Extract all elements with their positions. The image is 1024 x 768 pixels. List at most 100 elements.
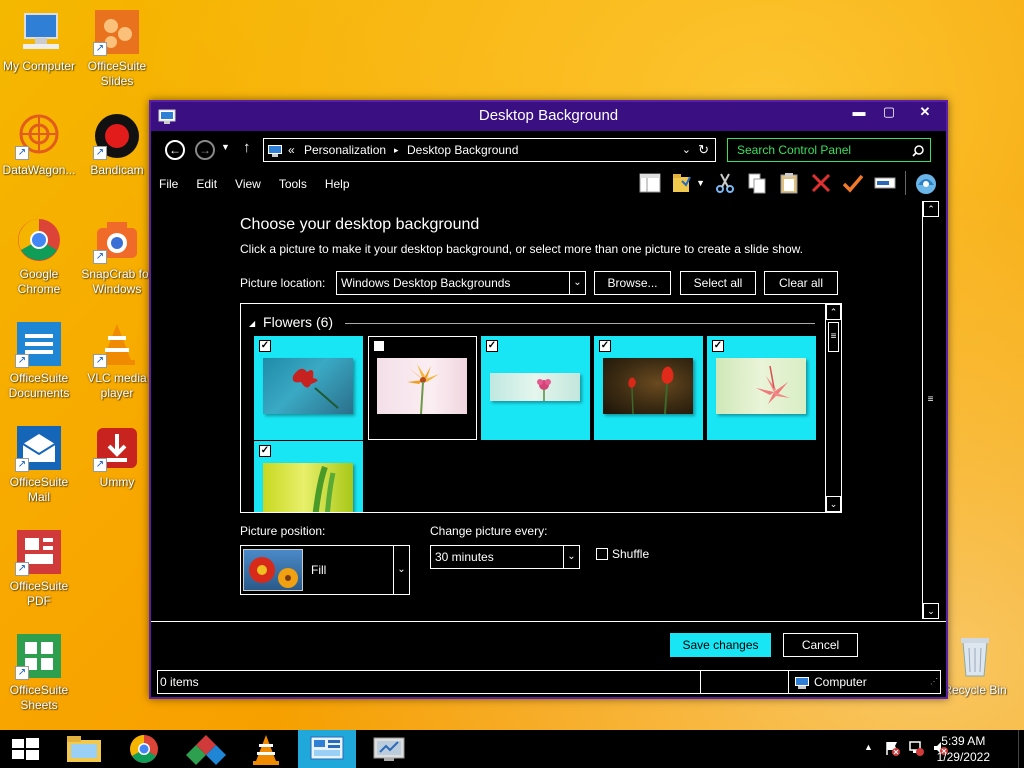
breadcrumb-desktop-background[interactable]: Desktop Background — [407, 139, 518, 161]
scroll-up-icon[interactable]: ⌃ — [923, 201, 939, 217]
picture-checkbox[interactable]: ✓ — [712, 340, 724, 352]
picture-thumb[interactable]: ✓ — [481, 336, 590, 440]
refresh-icon[interactable]: ↻ — [698, 139, 709, 161]
picture-checkbox[interactable]: ✓ — [599, 340, 611, 352]
desktop-icon-ummy[interactable]: ↗ Ummy — [78, 424, 156, 490]
gallery-scrollbar[interactable]: ⌃ ≡ ⌄ — [825, 304, 841, 512]
picture-thumb[interactable] — [368, 336, 477, 440]
picture-location-select[interactable]: Windows Desktop Backgrounds ⌄ — [336, 271, 586, 295]
layout-pane-icon[interactable] — [638, 171, 662, 195]
network-icon[interactable] — [908, 740, 924, 759]
cancel-button[interactable]: Cancel — [783, 633, 858, 657]
browse-button[interactable]: Browse... — [594, 271, 671, 295]
content-scrollbar[interactable]: ⌃ ≡ ⌄ — [922, 201, 939, 619]
desktop-icon-vlc[interactable]: ↗ VLC media player — [78, 320, 156, 401]
menu-view[interactable]: View — [235, 172, 261, 196]
show-hidden-icons-icon[interactable]: ▲ — [864, 742, 873, 752]
minimize-button[interactable]: ▬ — [844, 102, 874, 124]
search-icon[interactable] — [912, 139, 924, 161]
delete-icon[interactable] — [809, 171, 833, 195]
snapcrab-icon: ↗ — [93, 216, 141, 264]
paste-icon[interactable] — [777, 171, 801, 195]
recent-pages-dropdown-icon[interactable]: ▼ — [221, 142, 230, 152]
group-header-flowers[interactable]: ◢ Flowers (6) — [249, 314, 333, 330]
folder-options-dropdown-icon[interactable]: ▼ — [696, 178, 705, 188]
desktop-icon-officesuite-slides[interactable]: ↗ OfficeSuite Slides — [78, 8, 156, 89]
address-overflow-chevron[interactable]: « — [288, 139, 295, 161]
clock[interactable]: 5:39 AM 1/29/2022 — [937, 733, 990, 765]
window-titlebar[interactable]: Desktop Background ▬ ▢ ✕ — [151, 102, 946, 131]
picture-thumb[interactable]: ✓ — [594, 336, 703, 440]
chevron-down-icon[interactable]: ⌄ — [393, 546, 409, 594]
forward-button[interactable]: → — [195, 140, 215, 160]
desktop-icon-my-computer[interactable]: My Computer — [0, 8, 78, 74]
back-button[interactable]: ← — [165, 140, 185, 160]
scroll-thumb[interactable]: ≡ — [828, 322, 839, 352]
flower-picture-6 — [263, 463, 353, 512]
scroll-down-icon[interactable]: ⌄ — [826, 496, 841, 512]
taskbar-file-explorer[interactable] — [55, 730, 113, 768]
taskbar-control-panel[interactable] — [298, 730, 356, 768]
status-divider — [788, 671, 789, 693]
scroll-up-icon[interactable]: ⌃ — [826, 304, 841, 320]
maximize-button[interactable]: ▢ — [874, 102, 904, 124]
desktop-icon-officesuite-sheets[interactable]: ↗ OfficeSuite Sheets — [0, 632, 78, 713]
folder-options-icon[interactable] — [670, 171, 694, 195]
close-button[interactable]: ✕ — [904, 102, 946, 124]
cut-icon[interactable] — [713, 171, 737, 195]
scroll-grip-icon[interactable]: ≡ — [925, 394, 936, 405]
desktop-icon-label: SnapCrab for Windows — [81, 267, 153, 296]
up-one-level-icon[interactable]: ↑ — [243, 139, 251, 156]
chevron-down-icon[interactable]: ⌄ — [569, 272, 585, 294]
collapse-triangle-icon[interactable]: ◢ — [249, 319, 255, 328]
taskbar-officesuite[interactable] — [177, 730, 235, 768]
breadcrumb-separator-icon[interactable]: ▸ — [394, 139, 399, 161]
action-center-flag-icon[interactable] — [884, 740, 900, 759]
shell-icon[interactable] — [914, 171, 938, 195]
search-input[interactable]: Search Control Panel — [727, 138, 931, 162]
desktop-icon-chrome[interactable]: Google Chrome — [0, 216, 78, 297]
rename-icon[interactable] — [873, 171, 897, 195]
desktop-icon-datawagon[interactable]: ↗ DataWagon... — [0, 112, 78, 178]
copy-icon[interactable] — [745, 171, 769, 195]
breadcrumb-personalization[interactable]: Personalization — [304, 139, 386, 161]
chevron-down-icon[interactable]: ⌄ — [563, 546, 579, 568]
picture-gallery: ◢ Flowers (6) ✓ ✓ ✓ ✓ ✓ ⌃ ≡ ⌄ — [240, 303, 842, 513]
taskbar-vlc[interactable] — [237, 730, 295, 768]
menu-file[interactable]: File — [159, 172, 178, 196]
picture-thumb[interactable]: ✓ — [254, 336, 363, 440]
scroll-down-icon[interactable]: ⌄ — [923, 603, 939, 619]
menu-help[interactable]: Help — [325, 172, 350, 196]
shuffle-label[interactable]: Shuffle — [612, 547, 649, 561]
start-button[interactable] — [0, 730, 50, 768]
desktop-icon-label: OfficeSuite Slides — [87, 59, 147, 88]
select-all-button[interactable]: Select all — [680, 271, 756, 295]
desktop-icon-snapcrab[interactable]: ↗ SnapCrab for Windows — [78, 216, 156, 297]
desktop-icon-officesuite-documents[interactable]: ↗ OfficeSuite Documents — [0, 320, 78, 401]
picture-thumb[interactable]: ✓ — [254, 441, 363, 512]
show-desktop-button[interactable] — [1018, 730, 1024, 768]
picture-checkbox[interactable] — [373, 340, 385, 352]
menu-tools[interactable]: Tools — [279, 172, 307, 196]
status-bar: 0 items Computer ⋰ — [157, 670, 941, 694]
clear-all-button[interactable]: Clear all — [764, 271, 838, 295]
picture-checkbox[interactable]: ✓ — [486, 340, 498, 352]
picture-checkbox[interactable]: ✓ — [259, 445, 271, 457]
address-bar[interactable]: « Personalization ▸ Desktop Background ⌄… — [263, 138, 716, 162]
menu-edit[interactable]: Edit — [196, 172, 217, 196]
desktop-icon-bandicam[interactable]: ↗ Bandicam — [78, 112, 156, 178]
taskbar-remote-desktop[interactable] — [360, 730, 418, 768]
save-changes-button[interactable]: Save changes — [670, 633, 771, 657]
desktop-icon-officesuite-pdf[interactable]: ↗ OfficeSuite PDF — [0, 528, 78, 609]
desktop-icon-officesuite-mail[interactable]: ↗ OfficeSuite Mail — [0, 424, 78, 505]
picture-position-select[interactable]: Fill ⌄ — [240, 545, 410, 595]
control-panel-small-icon — [267, 143, 283, 165]
check-properties-icon[interactable] — [841, 171, 865, 195]
picture-checkbox[interactable]: ✓ — [259, 340, 271, 352]
picture-thumb[interactable]: ✓ — [707, 336, 816, 440]
resize-grip-icon[interactable]: ⋰ — [930, 671, 938, 693]
taskbar-chrome[interactable] — [115, 730, 173, 768]
shuffle-checkbox[interactable] — [596, 548, 608, 560]
change-picture-every-select[interactable]: 30 minutes ⌄ — [430, 545, 580, 569]
address-dropdown-icon[interactable]: ⌄ — [682, 139, 691, 161]
